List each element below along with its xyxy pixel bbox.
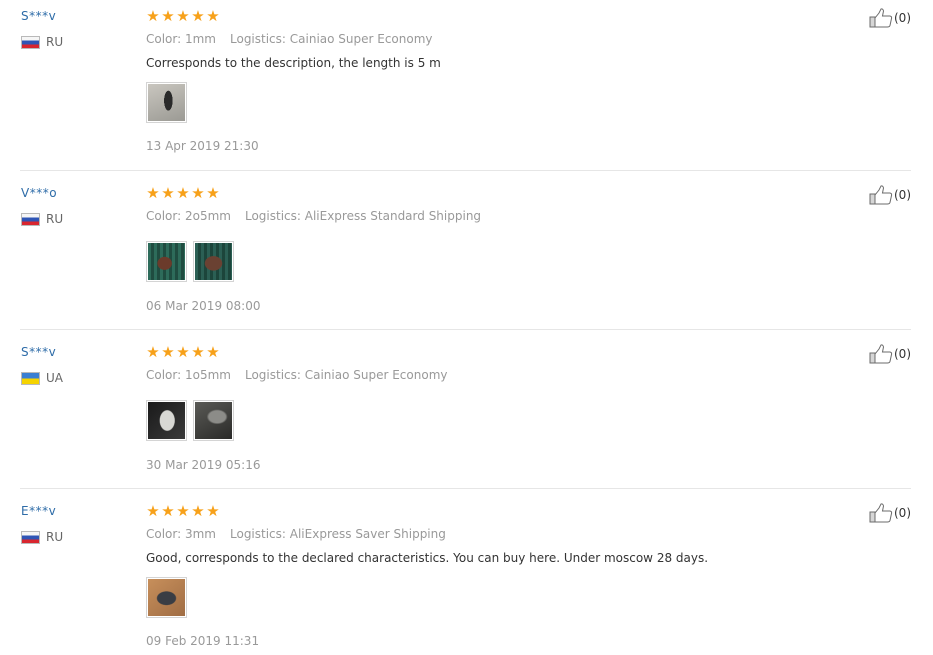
thumbs-up-icon [869, 344, 893, 364]
star-icon: ★ [206, 7, 220, 25]
star-icon: ★ [191, 184, 205, 202]
star-icon: ★ [206, 502, 220, 520]
reviewer-country: RU [21, 529, 63, 545]
helpful-button[interactable]: (0) [869, 344, 911, 364]
helpful-count: (0) [894, 11, 911, 25]
country-code: UA [46, 371, 63, 385]
product-color: Color: 3mm [146, 527, 216, 541]
reviewer-name[interactable]: S***v [21, 344, 56, 360]
reviewer-country: RU [21, 34, 63, 50]
review-comment: Good, corresponds to the declared charac… [146, 551, 709, 565]
star-icon: ★ [146, 502, 160, 520]
reviewer-country: UA [21, 370, 63, 386]
star-icon: ★ [161, 184, 175, 202]
reviewer-name[interactable]: V***o [21, 185, 57, 201]
reviewer-name[interactable]: S***v [21, 8, 56, 24]
review-meta: Color: 1o5mm Logistics: Cainiao Super Eco… [146, 367, 447, 383]
star-icon: ★ [176, 502, 190, 520]
logistics-method: Logistics: AliExpress Standard Shipping [244, 209, 482, 223]
logistics-method: Logistics: Cainiao Super Economy [244, 368, 448, 382]
review-photos [146, 400, 234, 441]
star-icon: ★ [161, 343, 175, 361]
star-icon: ★ [191, 7, 205, 25]
reviewer-name[interactable]: E***v [21, 503, 56, 519]
divider [20, 488, 911, 489]
star-icon: ★ [176, 7, 190, 25]
logistics-method: Logistics: Cainiao Super Economy [230, 32, 433, 46]
review-photos [146, 577, 187, 618]
russia-flag-icon [21, 212, 40, 226]
star-rating: ★ ★ ★ ★ ★ [146, 502, 220, 520]
review-photo[interactable] [146, 82, 187, 123]
russia-flag-icon [21, 35, 40, 49]
review-photos [146, 82, 187, 123]
helpful-count: (0) [894, 188, 911, 202]
product-color: Color: 2o5mm [146, 209, 231, 223]
product-color: Color: 1mm [146, 32, 216, 46]
star-icon: ★ [176, 184, 190, 202]
star-icon: ★ [146, 7, 160, 25]
review-date: 13 Apr 2019 21:30 [146, 139, 259, 153]
country-code: RU [46, 35, 64, 49]
helpful-count: (0) [894, 347, 911, 361]
star-rating: ★ ★ ★ ★ ★ [146, 184, 220, 202]
review-meta: Color: 1mm Logistics: Cainiao Super Econo… [146, 31, 433, 47]
review-date: 09 Feb 2019 11:31 [146, 634, 260, 648]
logistics-method: Logistics: AliExpress Saver Shipping [230, 527, 446, 541]
divider [20, 329, 911, 330]
star-icon: ★ [146, 343, 160, 361]
star-icon: ★ [161, 7, 175, 25]
review-meta: Color: 2o5mm Logistics: AliExpress Standa… [146, 208, 481, 224]
review-photo[interactable] [193, 400, 234, 441]
review-photo[interactable] [146, 577, 187, 618]
thumbs-up-icon [869, 503, 893, 523]
helpful-button[interactable]: (0) [869, 503, 911, 523]
star-icon: ★ [206, 343, 220, 361]
star-rating: ★ ★ ★ ★ ★ [146, 7, 220, 25]
star-icon: ★ [191, 502, 205, 520]
helpful-count: (0) [894, 506, 911, 520]
divider [20, 170, 911, 171]
product-color: Color: 1o5mm [146, 368, 231, 382]
review-date: 30 Mar 2019 05:16 [146, 458, 261, 472]
country-code: RU [46, 530, 64, 544]
star-rating: ★ ★ ★ ★ ★ [146, 343, 220, 361]
star-icon: ★ [176, 343, 190, 361]
helpful-button[interactable]: (0) [869, 185, 911, 205]
star-icon: ★ [191, 343, 205, 361]
country-code: RU [46, 212, 64, 226]
review-comment: Corresponds to the description, the leng… [146, 56, 441, 70]
russia-flag-icon [21, 530, 40, 544]
review-photo[interactable] [146, 241, 187, 282]
star-icon: ★ [146, 184, 160, 202]
review-photo[interactable] [193, 241, 234, 282]
review-meta: Color: 3mm Logistics: AliExpress Saver Sh… [146, 526, 446, 542]
ukraine-flag-icon [21, 371, 40, 385]
thumbs-up-icon [869, 8, 893, 28]
review-photo[interactable] [146, 400, 187, 441]
star-icon: ★ [206, 184, 220, 202]
star-icon: ★ [161, 502, 175, 520]
reviewer-country: RU [21, 211, 63, 227]
review-date: 06 Mar 2019 08:00 [146, 299, 261, 313]
thumbs-up-icon [869, 185, 893, 205]
review-photos [146, 241, 234, 282]
helpful-button[interactable]: (0) [869, 8, 911, 28]
